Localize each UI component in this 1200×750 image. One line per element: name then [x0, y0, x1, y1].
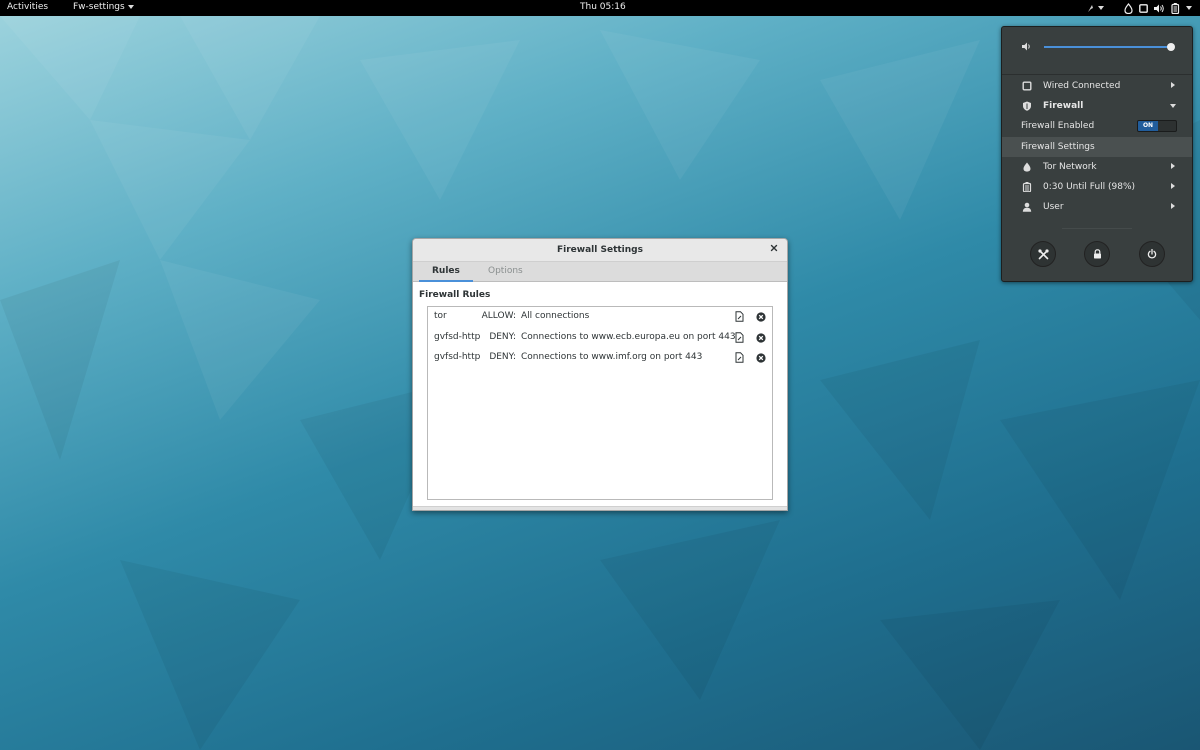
firewall-enabled-label: Firewall Enabled	[1021, 121, 1095, 131]
tab-rules[interactable]: Rules	[419, 262, 473, 282]
tor-network-item[interactable]: Tor Network	[1002, 157, 1192, 177]
menu-separator	[1002, 74, 1192, 75]
menu-separator	[1062, 228, 1132, 229]
firewall-settings-label: Firewall Settings	[1021, 142, 1095, 152]
chevron-down-icon	[127, 5, 134, 9]
shield-icon	[1023, 101, 1031, 111]
volume-row	[1022, 40, 1182, 54]
rule-verdict: DENY:	[489, 332, 516, 342]
chevron-down-icon	[1186, 6, 1192, 10]
rule-description: Connections to www.imf.org on port 443	[521, 352, 703, 362]
chevron-right-icon	[1171, 163, 1175, 169]
system-actions	[1002, 241, 1192, 271]
battery-icon	[1022, 182, 1032, 192]
firewall-toggle[interactable]: ON	[1137, 120, 1177, 132]
rule-app: tor	[434, 311, 447, 321]
settings-button[interactable]	[1030, 241, 1056, 267]
window-body: Firewall Rules tor ALLOW: All connection…	[413, 282, 787, 506]
user-icon	[1022, 202, 1032, 212]
edit-icon[interactable]	[735, 311, 744, 322]
top-bar: Activities Fw-settings Thu 05:16	[0, 0, 1200, 16]
rules-list[interactable]: tor ALLOW: All connections gvfsd-http DE…	[427, 306, 773, 500]
firewall-settings-item[interactable]: Firewall Settings	[1002, 137, 1192, 157]
firewall-item[interactable]: Firewall	[1002, 96, 1192, 116]
accessibility-icon[interactable]	[1086, 3, 1104, 13]
tor-network-label: Tor Network	[1043, 162, 1097, 172]
volume-slider-fill	[1044, 46, 1172, 48]
onion-icon	[1124, 2, 1133, 14]
rule-description: All connections	[521, 311, 590, 321]
table-row[interactable]: tor ALLOW: All connections	[428, 307, 772, 327]
user-label: User	[1043, 202, 1064, 212]
app-menu[interactable]: Fw-settings	[73, 2, 134, 12]
window-bottom-edge	[413, 506, 787, 510]
volume-icon	[1154, 4, 1164, 12]
settings-icon	[1037, 248, 1049, 259]
rule-app: gvfsd-http	[434, 332, 481, 342]
battery-item[interactable]: 0:30 Until Full (98%)	[1002, 177, 1192, 197]
rule-verdict: ALLOW:	[481, 311, 516, 321]
chevron-right-icon	[1171, 203, 1175, 209]
window-title: Firewall Settings	[413, 239, 787, 261]
tab-bar: Rules Options	[413, 261, 787, 282]
chevron-down-icon	[1098, 6, 1104, 10]
volume-low-icon	[1022, 42, 1030, 51]
edit-icon[interactable]	[735, 352, 744, 363]
battery-label: 0:30 Until Full (98%)	[1043, 182, 1136, 192]
delete-icon[interactable]	[756, 353, 766, 363]
status-area[interactable]	[1086, 1, 1192, 15]
rule-app: gvfsd-http	[434, 352, 481, 362]
wired-connected-item[interactable]: Wired Connected	[1002, 76, 1192, 96]
edit-icon[interactable]	[735, 332, 744, 343]
volume-slider[interactable]	[1044, 43, 1176, 51]
activities-button[interactable]: Activities	[7, 2, 48, 12]
close-icon	[770, 244, 778, 252]
chevron-right-icon	[1171, 183, 1175, 189]
clock[interactable]: Thu 05:16	[580, 2, 626, 12]
rule-verdict: DENY:	[489, 352, 516, 362]
tab-options[interactable]: Options	[479, 262, 532, 282]
section-title: Firewall Rules	[419, 290, 491, 300]
system-menu: Wired Connected Firewall Firewall Enable…	[1001, 26, 1193, 282]
power-button[interactable]	[1139, 241, 1165, 267]
rule-description: Connections to www.ecb.europa.eu on port…	[521, 332, 736, 342]
battery-icon	[1171, 2, 1180, 14]
firewall-enabled-item[interactable]: Firewall Enabled ON	[1002, 116, 1192, 136]
lock-button[interactable]	[1084, 241, 1110, 267]
firewall-settings-window: Firewall Settings Rules Options Firewall…	[412, 238, 788, 511]
user-item[interactable]: User	[1002, 197, 1192, 217]
chevron-down-icon	[1170, 104, 1176, 108]
firewall-label: Firewall	[1043, 101, 1084, 111]
volume-slider-handle[interactable]	[1167, 43, 1176, 51]
wired-connected-label: Wired Connected	[1043, 81, 1121, 91]
delete-icon[interactable]	[756, 312, 766, 322]
toggle-on-label: ON	[1138, 121, 1158, 131]
network-wired-icon	[1139, 3, 1148, 13]
table-row[interactable]: gvfsd-http DENY: Connections to www.ecb.…	[428, 328, 772, 348]
lock-icon	[1093, 249, 1101, 259]
close-button[interactable]	[769, 244, 779, 254]
table-row[interactable]: gvfsd-http DENY: Connections to www.imf.…	[428, 348, 772, 368]
app-menu-label: Fw-settings	[73, 2, 125, 12]
delete-icon[interactable]	[756, 333, 766, 343]
power-icon	[1147, 249, 1157, 259]
network-wired-icon	[1022, 81, 1032, 91]
chevron-right-icon	[1171, 82, 1175, 88]
onion-icon	[1023, 162, 1031, 172]
